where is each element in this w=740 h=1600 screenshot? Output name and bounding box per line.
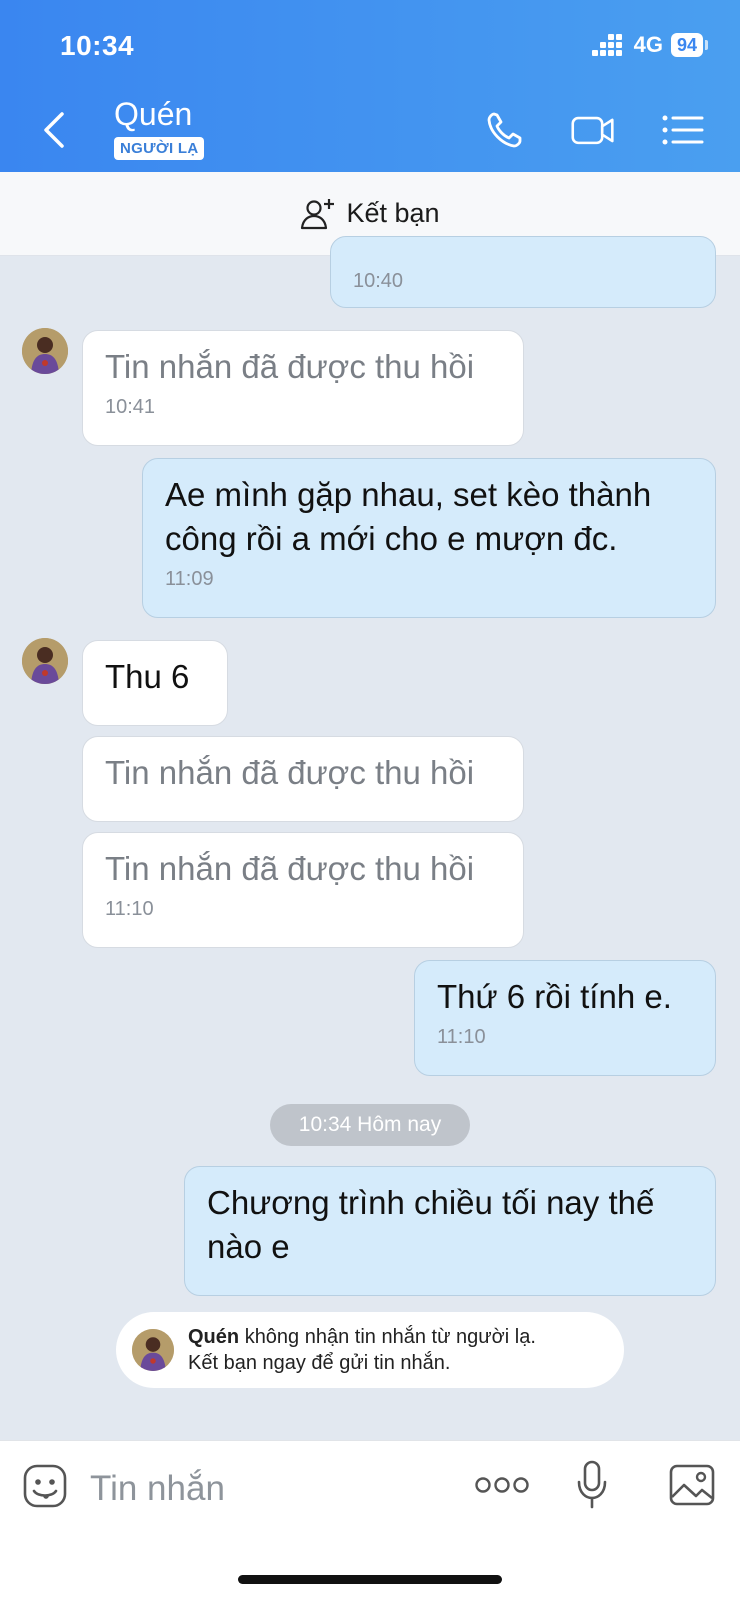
stranger-badge: NGƯỜI LẠ bbox=[114, 137, 205, 160]
message-bubble-out[interactable]: Chương trình chiều tối nay thế nào e bbox=[184, 1166, 716, 1296]
network-type: 4G bbox=[633, 32, 663, 57]
avatar[interactable] bbox=[22, 638, 68, 684]
home-indicator bbox=[238, 1575, 502, 1584]
message-time: 10:40 bbox=[353, 270, 404, 292]
stranger-notice: Quén không nhận tin nhắn từ người lạ. Kế… bbox=[116, 1312, 624, 1388]
add-friend-label: Kết bạn bbox=[346, 198, 440, 228]
status-time: 10:34 bbox=[60, 30, 135, 61]
avatar[interactable] bbox=[22, 328, 68, 374]
message-bubble-out[interactable]: 10:40 bbox=[330, 236, 716, 308]
sticker-emoji-icon[interactable] bbox=[22, 1463, 68, 1509]
video-call-icon[interactable] bbox=[570, 110, 616, 150]
phone-call-icon[interactable] bbox=[484, 110, 530, 150]
status-indicators: 4G 94 bbox=[591, 32, 708, 58]
signal-icon bbox=[591, 34, 622, 56]
message-text: Thu 6 bbox=[105, 658, 190, 695]
message-text: Tin nhắn đã được thu hồi bbox=[105, 348, 475, 385]
notice-line1: không nhận tin nhắn từ người lạ. bbox=[244, 1326, 536, 1348]
message-text: Tin nhắn đã được thu hồi bbox=[105, 850, 475, 887]
microphone-icon[interactable] bbox=[574, 1459, 610, 1511]
message-input[interactable]: Tin nhắn bbox=[90, 1469, 225, 1509]
chat-header: 10:34 4G 94 Quén NGƯỜI LẠ bbox=[0, 0, 740, 172]
message-time: 10:41 bbox=[105, 396, 156, 418]
message-text: Tin nhắn đã được thu hồi bbox=[105, 754, 475, 791]
message-bubble-out[interactable]: Ae mình gặp nhau, set kèo thành công rồi… bbox=[142, 458, 716, 618]
message-text: Thứ 6 rồi tính e. bbox=[437, 978, 672, 1015]
notice-line2: Kết bạn ngay để gửi tin nhắn. bbox=[188, 1352, 451, 1374]
back-arrow-icon[interactable] bbox=[38, 108, 74, 152]
image-gallery-icon[interactable] bbox=[668, 1463, 716, 1507]
message-bubble-in[interactable]: Tin nhắn đã được thu hồi 10:41 bbox=[82, 330, 524, 446]
message-bubble-in[interactable]: Tin nhắn đã được thu hồi 11:10 bbox=[82, 832, 524, 948]
notice-contact-name: Quén bbox=[188, 1326, 240, 1348]
battery-icon: 94 bbox=[670, 33, 703, 57]
message-bubble-out[interactable]: Thứ 6 rồi tính e. 11:10 bbox=[414, 960, 716, 1076]
message-time: 11:10 bbox=[105, 898, 154, 920]
add-user-icon bbox=[301, 198, 335, 229]
notice-text: Quén không nhận tin nhắn từ người lạ. Kế… bbox=[188, 1324, 536, 1376]
contact-name[interactable]: Quén bbox=[114, 96, 192, 133]
message-bubble-in[interactable]: Thu 6 bbox=[82, 640, 228, 726]
menu-list-icon[interactable] bbox=[660, 110, 706, 150]
day-separator: 10:34 Hôm nay bbox=[270, 1104, 470, 1146]
more-options-icon[interactable] bbox=[474, 1475, 530, 1495]
message-bubble-in[interactable]: Tin nhắn đã được thu hồi bbox=[82, 736, 524, 822]
message-input-bar: Tin nhắn bbox=[0, 1440, 740, 1600]
message-time: 11:10 bbox=[437, 1026, 486, 1048]
battery-tip bbox=[705, 40, 708, 50]
message-time: 11:09 bbox=[165, 568, 214, 590]
message-text: Chương trình chiều tối nay thế nào e bbox=[207, 1184, 655, 1265]
avatar bbox=[132, 1329, 174, 1371]
message-text: Ae mình gặp nhau, set kèo thành công rồi… bbox=[165, 476, 652, 557]
